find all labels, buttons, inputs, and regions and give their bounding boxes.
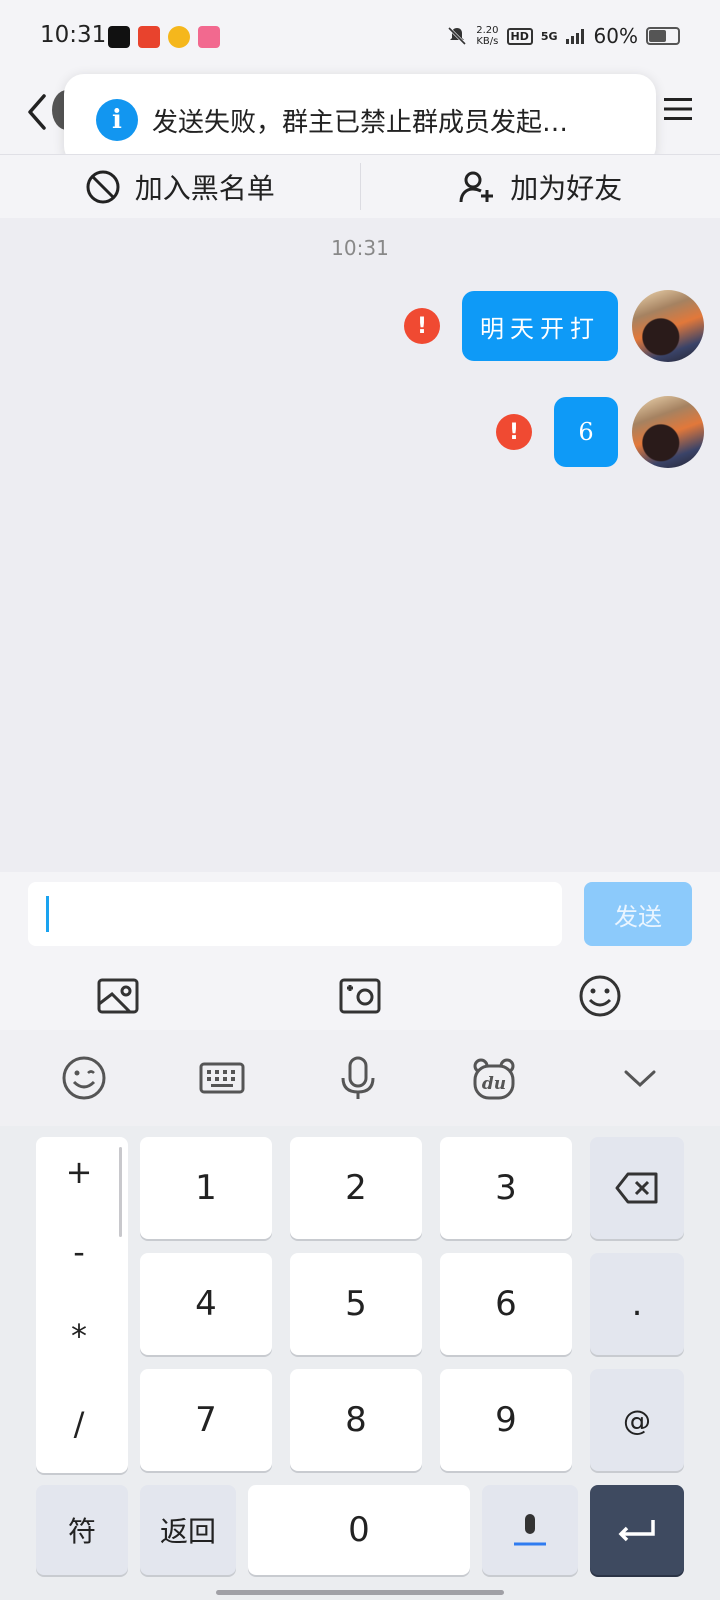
add-user-icon <box>459 171 494 202</box>
netspeed-value: 2.20 <box>476 25 499 36</box>
status-time: 10:31 <box>40 22 107 48</box>
text-cursor <box>46 896 49 932</box>
toast-message: 发送失败，群主已禁止群成员发起… <box>152 107 569 138</box>
send-button[interactable]: 发送 <box>584 882 692 946</box>
tiktok-app-icon <box>108 26 130 48</box>
symbol-key-divide[interactable]: / <box>36 1405 122 1443</box>
mute-bell-icon <box>448 26 467 46</box>
key-7[interactable]: 7 <box>140 1369 272 1471</box>
network-type: 5G <box>540 29 558 43</box>
image-icon[interactable] <box>96 974 140 1018</box>
battery-percent: 60% <box>593 24 638 48</box>
key-9[interactable]: 9 <box>440 1369 572 1471</box>
backspace-icon <box>615 1172 658 1204</box>
symbol-key-plus[interactable]: + <box>36 1153 122 1191</box>
notification-app-icons <box>108 26 220 48</box>
netspeed-unit: KB/s <box>476 36 499 47</box>
hd-badge: HD <box>506 27 533 45</box>
key-0[interactable]: 0 <box>248 1485 470 1575</box>
svg-text:du: du <box>482 1074 506 1094</box>
send-failed-icon[interactable]: ! <box>404 308 440 344</box>
message-input[interactable] <box>28 882 562 946</box>
key-1[interactable]: 1 <box>140 1137 272 1239</box>
message-input-area: 发送 <box>0 872 720 1030</box>
keyboard-toolbar: du <box>0 1030 720 1126</box>
message-row: ! 6 <box>496 396 704 468</box>
message-text: 明天开打 <box>480 314 600 343</box>
key-6[interactable]: 6 <box>440 1253 572 1355</box>
symbol-column[interactable]: + - * / <box>36 1137 128 1473</box>
network-speed: 2.20 KB/s <box>476 25 498 47</box>
add-friend-button[interactable]: 加为好友 <box>361 155 720 218</box>
info-icon: i <box>96 99 138 141</box>
blacklist-label: 加入黑名单 <box>134 171 275 205</box>
mascot-app-icon <box>168 26 190 48</box>
message-timestamp: 10:31 <box>331 236 389 260</box>
status-right: 2.20 KB/s HD 5G 60% <box>446 24 680 48</box>
send-failed-icon[interactable]: ! <box>496 414 532 450</box>
du-bear-icon[interactable]: du <box>470 1054 518 1102</box>
key-3[interactable]: 3 <box>440 1137 572 1239</box>
home-indicator[interactable] <box>216 1590 504 1595</box>
key-5[interactable]: 5 <box>290 1253 422 1355</box>
avatar[interactable] <box>632 396 704 468</box>
emoji-icon[interactable] <box>60 1054 108 1102</box>
key-4[interactable]: 4 <box>140 1253 272 1355</box>
menu-icon[interactable] <box>662 94 694 124</box>
taobao-app-icon <box>138 26 160 48</box>
numeric-keyboard: + - * / 1 2 3 4 5 6 . 7 8 9 @ 符 返回 0 <box>0 1126 720 1600</box>
symbol-key-minus[interactable]: - <box>36 1233 122 1271</box>
microphone-icon <box>514 1514 546 1546</box>
error-toast: i 发送失败，群主已禁止群成员发起… <box>64 74 656 166</box>
chevron-down-icon[interactable] <box>616 1054 664 1102</box>
message-text: 6 <box>578 418 594 446</box>
message-row: ! 明天开打 <box>404 290 704 362</box>
emoji-icon[interactable] <box>578 974 622 1018</box>
key-2[interactable]: 2 <box>290 1137 422 1239</box>
message-bubble[interactable]: 6 <box>554 397 618 467</box>
block-icon <box>86 170 120 203</box>
enter-icon <box>618 1520 655 1542</box>
symbols-key[interactable]: 符 <box>36 1485 128 1575</box>
avatar[interactable] <box>632 290 704 362</box>
battery-level <box>649 30 666 42</box>
key-dot[interactable]: . <box>590 1253 684 1355</box>
signal-icon <box>565 29 584 44</box>
keyboard-icon[interactable] <box>198 1054 246 1102</box>
symbol-scrollbar[interactable] <box>119 1147 122 1237</box>
add-friend-label: 加为好友 <box>510 171 623 205</box>
delete-key[interactable] <box>590 1137 684 1239</box>
back-arrow-icon[interactable] <box>22 90 52 134</box>
key-at[interactable]: @ <box>590 1369 684 1471</box>
stranger-action-bar: 加入黑名单 加为好友 <box>0 154 720 218</box>
key-8[interactable]: 8 <box>290 1369 422 1471</box>
chat-messages[interactable]: 10:31 ! 明天开打 ! 6 <box>0 218 720 872</box>
microphone-icon[interactable] <box>334 1054 382 1102</box>
voice-input-key[interactable] <box>482 1485 578 1575</box>
symbol-key-multiply[interactable]: * <box>36 1317 122 1355</box>
status-bar: 10:31 2.20 KB/s HD 5G 60% <box>0 0 720 76</box>
return-key[interactable]: 返回 <box>140 1485 236 1575</box>
bilibili-app-icon <box>198 26 220 48</box>
enter-key[interactable] <box>590 1485 684 1575</box>
camera-icon[interactable] <box>338 974 382 1018</box>
message-bubble[interactable]: 明天开打 <box>462 291 618 361</box>
battery-icon <box>646 27 680 45</box>
add-to-blacklist-button[interactable]: 加入黑名单 <box>0 155 360 218</box>
